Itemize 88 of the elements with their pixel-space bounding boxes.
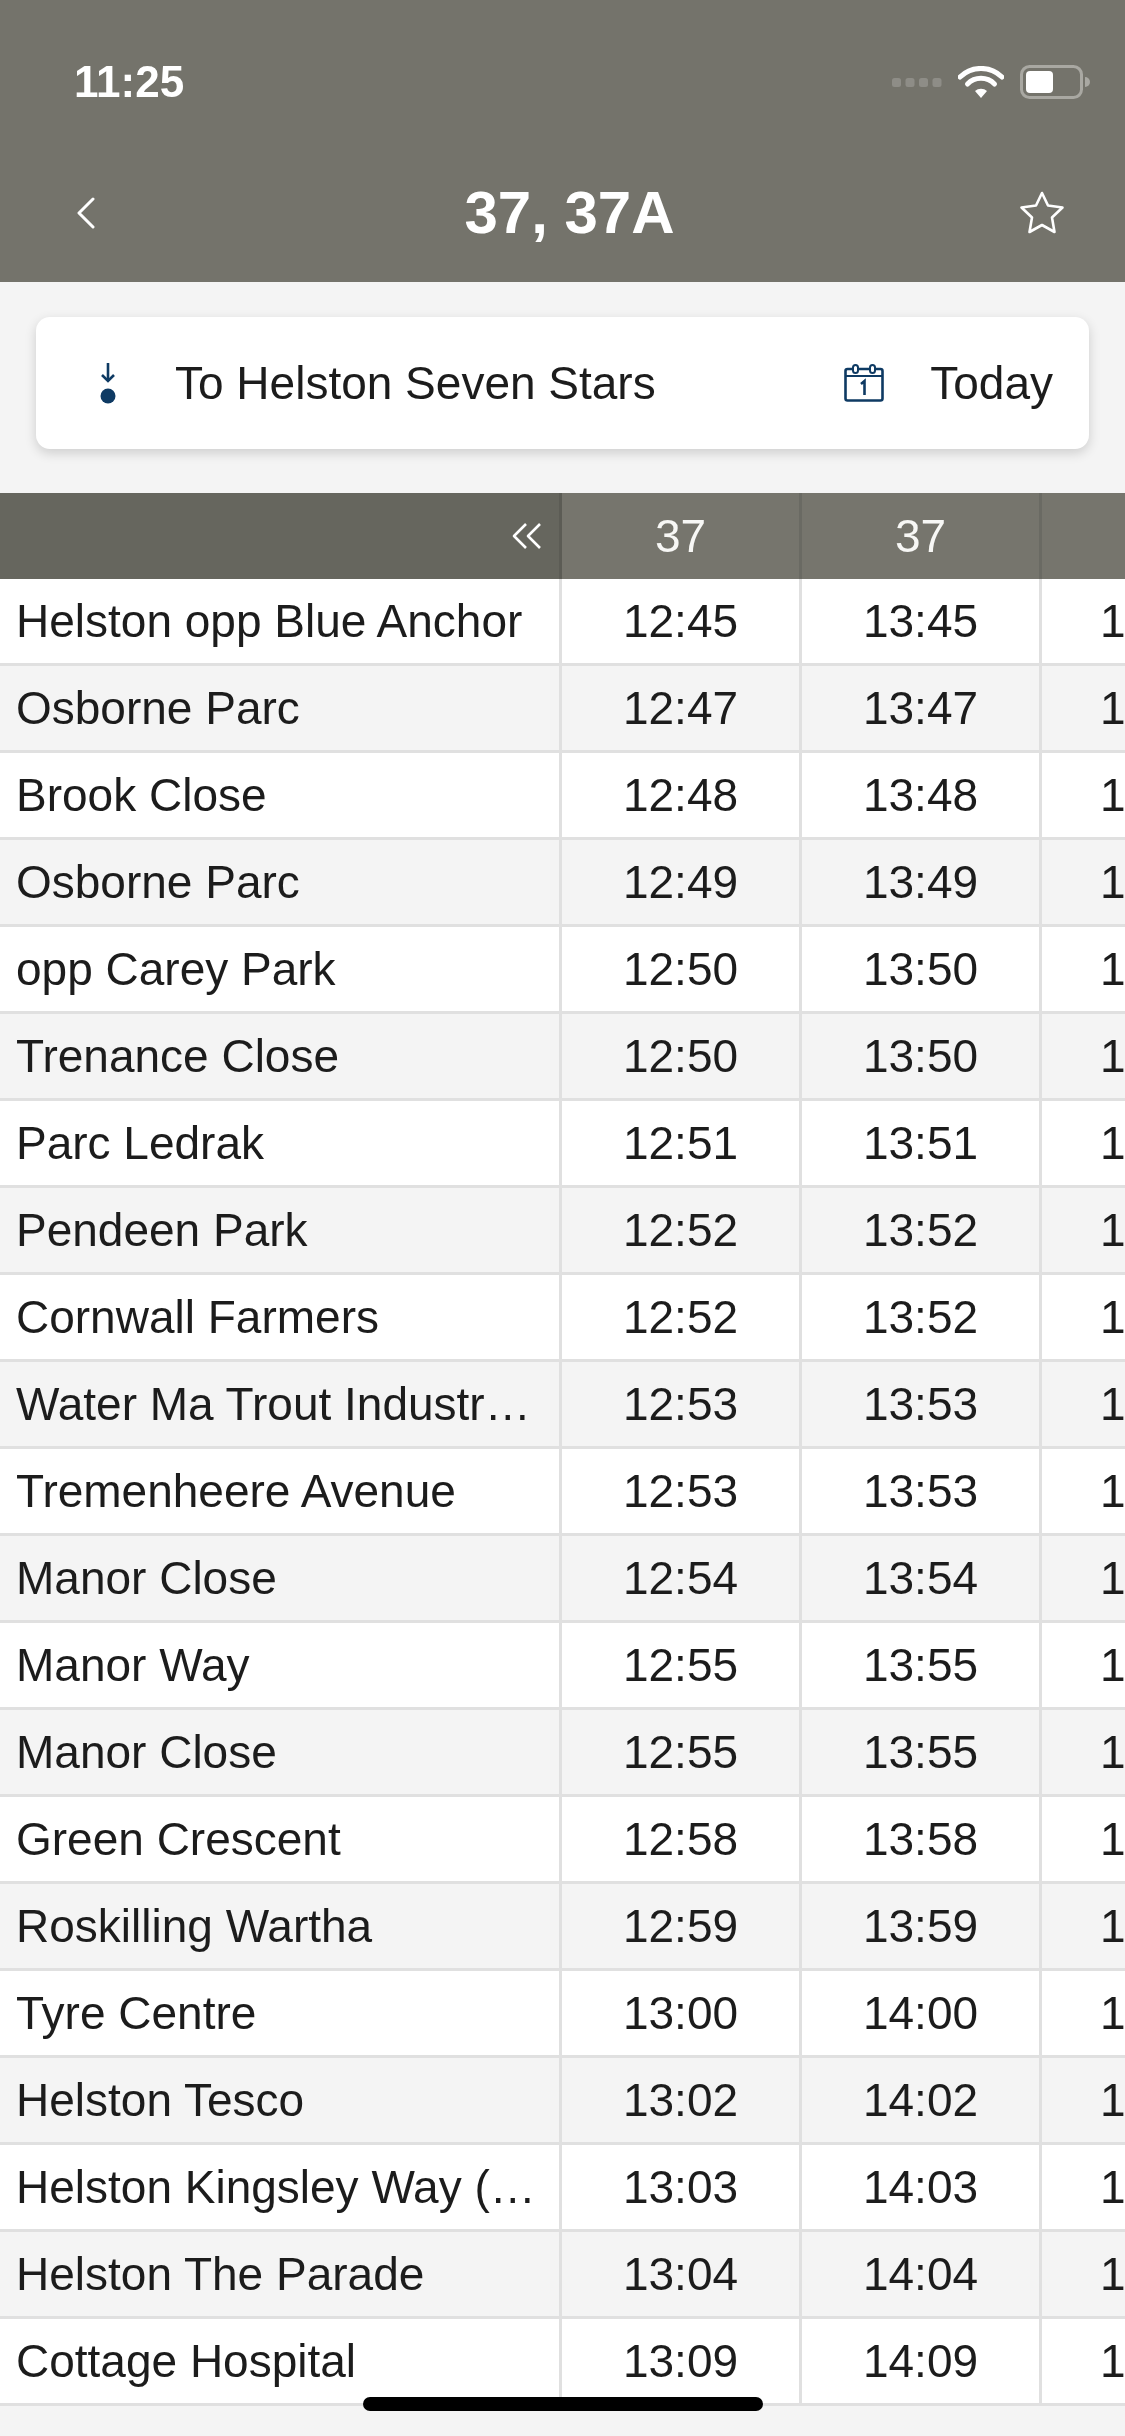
calendar-icon bbox=[844, 364, 885, 402]
departure-time-cell: 1 bbox=[1042, 579, 1125, 666]
departure-time-cell: 1 bbox=[1042, 1971, 1125, 2058]
signal-icon bbox=[892, 77, 942, 87]
departure-time-cell: 14:03 bbox=[802, 2145, 1042, 2232]
destination-arrow-icon bbox=[99, 362, 117, 404]
route-title: 37, 37A bbox=[464, 183, 675, 243]
departure-time-cell: 1 bbox=[1042, 2145, 1125, 2232]
departure-time-cell: 12:58 bbox=[562, 1797, 802, 1884]
stop-name-cell: Helston Tesco bbox=[0, 2058, 562, 2145]
departure-time-cell: 12:50 bbox=[562, 927, 802, 1014]
stop-name-cell: Manor Way bbox=[0, 1623, 562, 1710]
stop-name-cell: Helston The Parade bbox=[0, 2232, 562, 2319]
departure-time-cell: 13:55 bbox=[802, 1623, 1042, 1710]
stop-name-cell: Osborne Parc bbox=[0, 666, 562, 753]
departure-time-cell: 1 bbox=[1042, 2319, 1125, 2406]
departure-time-cell: 14:00 bbox=[802, 1971, 1042, 2058]
stop-name-cell: Brook Close bbox=[0, 753, 562, 840]
stop-name-cell: Tremenheere Avenue bbox=[0, 1449, 562, 1536]
departure-time-cell: 13:00 bbox=[562, 1971, 802, 2058]
departure-time-cell: 14:02 bbox=[802, 2058, 1042, 2145]
departure-time-cell: 12:49 bbox=[562, 840, 802, 927]
departure-time-cell: 1 bbox=[1042, 1275, 1125, 1362]
stop-name-cell: Helston opp Blue Anchor bbox=[0, 579, 562, 666]
departure-time-cell: 12:55 bbox=[562, 1710, 802, 1797]
stop-name-cell: Green Crescent bbox=[0, 1797, 562, 1884]
departure-time-cell: 13:04 bbox=[562, 2232, 802, 2319]
stop-name-cell: Osborne Parc bbox=[0, 840, 562, 927]
stop-name-cell: opp Carey Park bbox=[0, 927, 562, 1014]
route-number: 37 bbox=[654, 513, 707, 559]
favorite-button[interactable] bbox=[1019, 190, 1065, 236]
battery-icon bbox=[1020, 65, 1090, 99]
departure-time-cell: 13:48 bbox=[802, 753, 1042, 840]
departure-time-cell: 14:04 bbox=[802, 2232, 1042, 2319]
direction-selector[interactable]: To Helston Seven Stars bbox=[99, 360, 656, 406]
stop-name-cell: Tyre Centre bbox=[0, 1971, 562, 2058]
departure-time-cell: 12:45 bbox=[562, 579, 802, 666]
stop-name-cell: Parc Ledrak bbox=[0, 1101, 562, 1188]
departure-time-cell: 12:53 bbox=[562, 1362, 802, 1449]
departure-time-cell: 1 bbox=[1042, 1449, 1125, 1536]
departure-time-cell: 13:45 bbox=[802, 579, 1042, 666]
departure-time-cell: 13:53 bbox=[802, 1362, 1042, 1449]
back-icon bbox=[77, 197, 95, 229]
departure-time-cell: 13:52 bbox=[802, 1188, 1042, 1275]
departure-time-cell: 12:50 bbox=[562, 1014, 802, 1101]
departure-time-cell: 1 bbox=[1042, 1623, 1125, 1710]
departure-time-cell: 1 bbox=[1042, 753, 1125, 840]
departure-time-cell: 12:51 bbox=[562, 1101, 802, 1188]
departure-time-cell: 13:50 bbox=[802, 927, 1042, 1014]
departure-time-cell: 13:03 bbox=[562, 2145, 802, 2232]
departure-time-cell: 13:50 bbox=[802, 1014, 1042, 1101]
departure-time-cell: 12:59 bbox=[562, 1884, 802, 1971]
departure-time-cell: 12:52 bbox=[562, 1275, 802, 1362]
departure-time-cell: 13:02 bbox=[562, 2058, 802, 2145]
departure-time-cell: 13:51 bbox=[802, 1101, 1042, 1188]
status-time: 11:25 bbox=[74, 60, 185, 104]
wifi-icon bbox=[958, 65, 1004, 99]
stop-name-cell: Manor Close bbox=[0, 1536, 562, 1623]
departure-time-cell: 13:59 bbox=[802, 1884, 1042, 1971]
departure-time-cell: 13:47 bbox=[802, 666, 1042, 753]
stop-name-cell: Pendeen Park bbox=[0, 1188, 562, 1275]
departure-time-cell: 12:52 bbox=[562, 1188, 802, 1275]
departure-time-cell: 13:58 bbox=[802, 1797, 1042, 1884]
departure-time-cell: 1 bbox=[1042, 927, 1125, 1014]
departure-time-cell: 12:53 bbox=[562, 1449, 802, 1536]
stop-name-cell: Helston Kingsley Way (… bbox=[0, 2145, 562, 2232]
departure-time-cell: 12:54 bbox=[562, 1536, 802, 1623]
departure-time-cell: 13:09 bbox=[562, 2319, 802, 2406]
departure-time-cell: 1 bbox=[1042, 1101, 1125, 1188]
departure-time-cell: 13:52 bbox=[802, 1275, 1042, 1362]
route-number: 37 bbox=[894, 513, 947, 559]
stop-name-cell: Cornwall Farmers bbox=[0, 1275, 562, 1362]
stop-name-cell: Roskilling Wartha bbox=[0, 1884, 562, 1971]
departure-time-cell: 1 bbox=[1042, 1797, 1125, 1884]
departure-time-cell: 12:55 bbox=[562, 1623, 802, 1710]
departure-time-cell: 12:48 bbox=[562, 753, 802, 840]
departure-time-cell: 14:09 bbox=[802, 2319, 1042, 2406]
departure-time-cell: 12:47 bbox=[562, 666, 802, 753]
departure-time-cell: 13:55 bbox=[802, 1710, 1042, 1797]
departure-time-cell: 13:53 bbox=[802, 1449, 1042, 1536]
stop-name-cell: Trenance Close bbox=[0, 1014, 562, 1101]
departure-time-cell: 13:49 bbox=[802, 840, 1042, 927]
departure-time-cell: 13:54 bbox=[802, 1536, 1042, 1623]
star-icon bbox=[1019, 191, 1065, 235]
stop-name-cell: Cottage Hospital bbox=[0, 2319, 562, 2406]
stop-name-cell: Manor Close bbox=[0, 1710, 562, 1797]
double-chevron-left-icon bbox=[510, 522, 544, 550]
stop-name-cell: Water Ma Trout Industr… bbox=[0, 1362, 562, 1449]
